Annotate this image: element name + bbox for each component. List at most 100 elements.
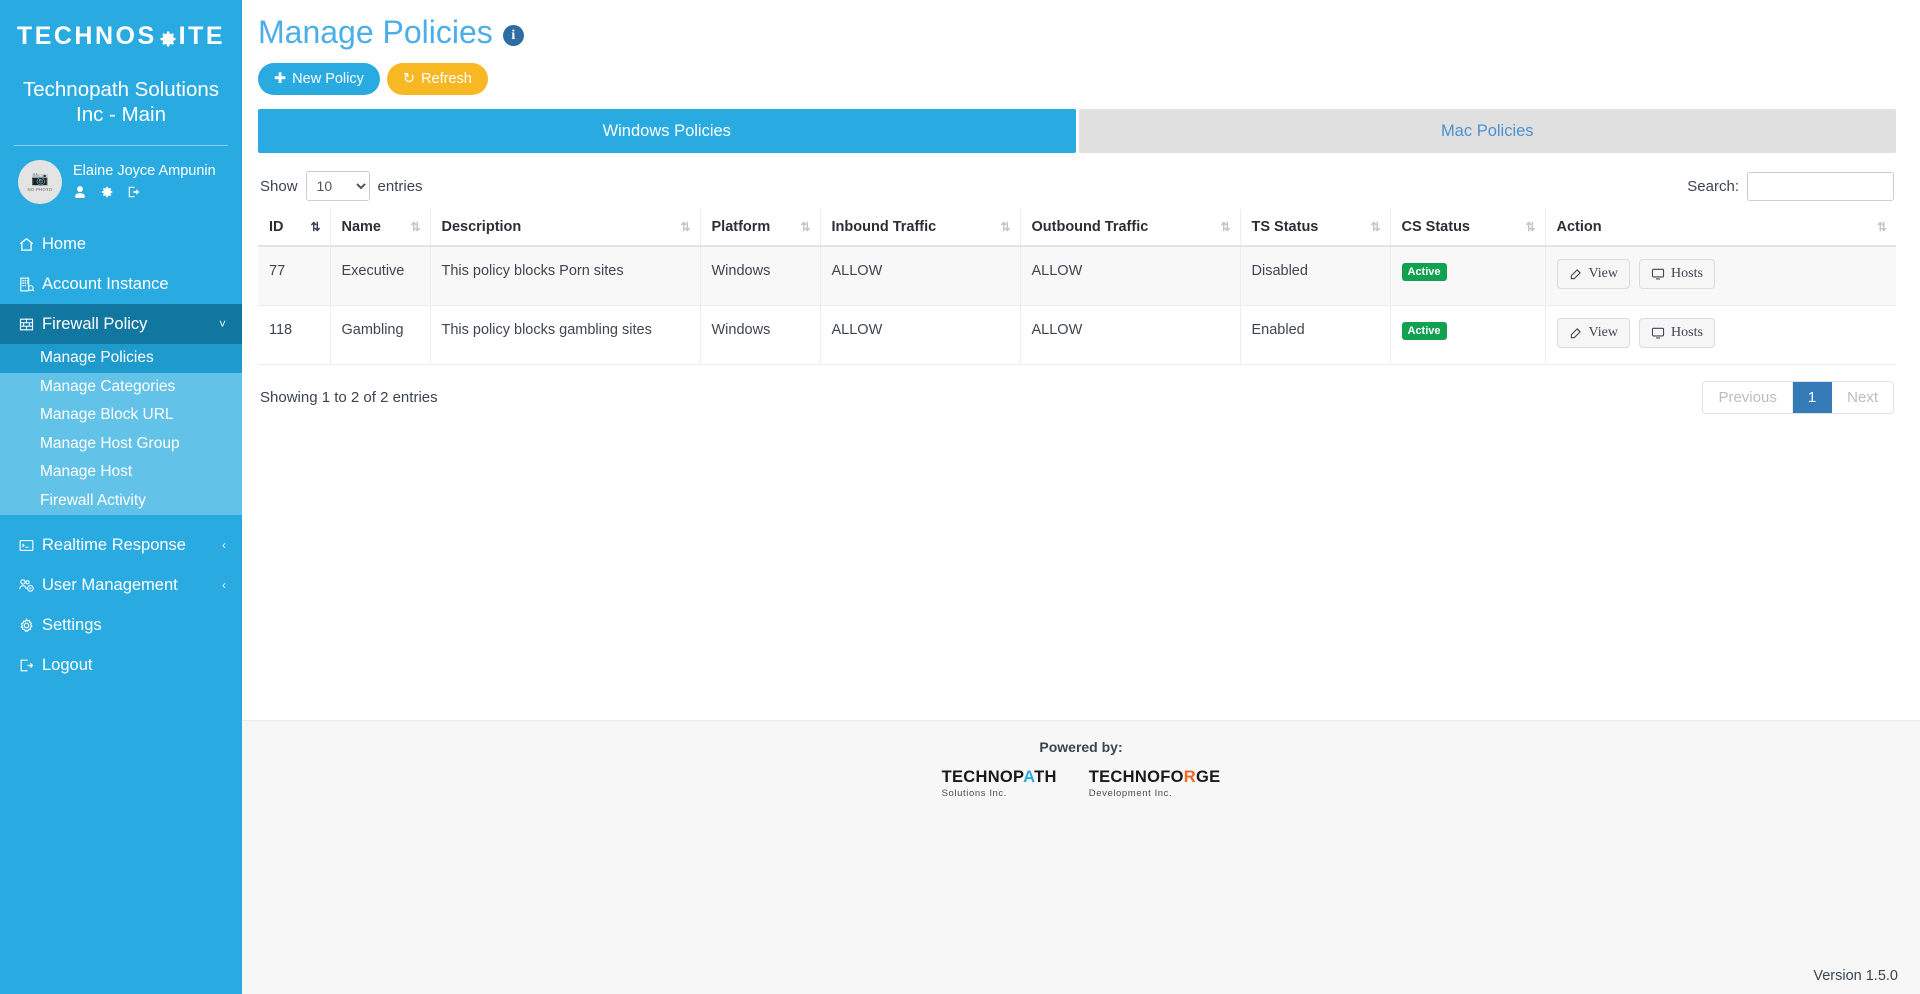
home-icon [18, 236, 42, 253]
sidebar-item-account-instance[interactable]: Account Instance [0, 264, 242, 304]
user-name: Elaine Joyce Ampunin [73, 163, 216, 180]
main-content: Manage Policies i ✚ New Policy ↻ Refresh… [242, 0, 1920, 994]
powered-by-label: Powered by: [1039, 739, 1122, 755]
sidebar-item-manage-host[interactable]: Manage Host [0, 458, 242, 487]
hosts-label: Hosts [1671, 266, 1703, 282]
sidebar-subitem-label: Manage Host Group [40, 435, 180, 453]
status-badge: Active [1402, 322, 1447, 340]
pagination-page-1[interactable]: 1 [1793, 382, 1832, 413]
edit-icon [1569, 326, 1583, 340]
policy-tabs: Windows Policies Mac Policies [258, 109, 1896, 153]
logout-icon[interactable] [127, 185, 141, 201]
sidebar-subitem-label: Manage Categories [40, 378, 175, 396]
search-label: Search: [1687, 178, 1739, 195]
sort-icon: ⇅ [800, 221, 809, 233]
refresh-button[interactable]: ↻ Refresh [387, 63, 488, 95]
search-control: Search: [1687, 172, 1894, 201]
view-button[interactable]: View [1557, 318, 1630, 348]
page-length-control: Show 10 25 50 100 entries [260, 171, 423, 201]
column-header-description[interactable]: Description ⇅ [430, 209, 700, 246]
hosts-button[interactable]: Hosts [1639, 259, 1715, 289]
sidebar-item-firewall-activity[interactable]: Firewall Activity [0, 487, 242, 516]
pagination-next[interactable]: Next [1832, 382, 1893, 413]
sidebar-subitem-label: Manage Policies [40, 349, 154, 367]
logo-part-2: TH [1034, 768, 1057, 786]
hosts-button[interactable]: Hosts [1639, 318, 1715, 348]
sort-icon: ⇅ [680, 221, 689, 233]
sidebar-item-manage-policies[interactable]: Manage Policies [0, 344, 242, 373]
column-label: Description [442, 219, 522, 235]
table-controls: Show 10 25 50 100 entries Search: [258, 171, 1896, 201]
gear-icon[interactable] [100, 185, 114, 201]
sidebar-item-logout[interactable]: Logout [0, 645, 242, 685]
logo-part-1: TECHNOFO [1089, 768, 1184, 786]
technopath-logo-sub: Solutions Inc. [942, 789, 1057, 799]
cell-ts-status: Disabled [1240, 246, 1390, 306]
logo-part-2: GE [1196, 768, 1220, 786]
sidebar-item-manage-categories[interactable]: Manage Categories [0, 373, 242, 402]
sidebar-item-label: Logout [42, 656, 226, 675]
search-input[interactable] [1747, 172, 1894, 201]
edit-icon [1569, 267, 1583, 281]
sidebar-item-manage-host-group[interactable]: Manage Host Group [0, 430, 242, 459]
column-header-name[interactable]: Name⇅ [330, 209, 430, 246]
sort-icon: ⇅ [410, 221, 419, 233]
table-footer: Showing 1 to 2 of 2 entries Previous 1 N… [258, 381, 1896, 414]
chevron-left-icon: ‹ [222, 538, 226, 552]
cell-id: 77 [258, 246, 330, 306]
sidebar-item-home[interactable]: Home [0, 224, 242, 264]
chevron-left-icon: ‹ [222, 578, 226, 592]
gear-icon [157, 24, 179, 53]
nav-spacer [0, 515, 242, 525]
column-header-action[interactable]: Action⇅ [1545, 209, 1896, 246]
table-header-row: ID⇅ Name⇅ Description ⇅ Platform ⇅ Inbound… [258, 209, 1896, 246]
column-header-cs-status[interactable]: CS Status⇅ [1390, 209, 1545, 246]
column-header-id[interactable]: ID⇅ [258, 209, 330, 246]
technoforge-logo-sub: Development Inc. [1089, 789, 1221, 799]
organization-name: Technopath Solutions Inc - Main [0, 59, 242, 127]
tab-windows-policies[interactable]: Windows Policies [258, 109, 1076, 153]
monitor-icon [1651, 267, 1665, 281]
sidebar-item-user-management[interactable]: User Management ‹ [0, 565, 242, 605]
info-icon[interactable]: i [503, 25, 524, 46]
sidebar: TECHNOSITE Technopath Solutions Inc - Ma… [0, 0, 242, 994]
sidebar-item-firewall-policy[interactable]: Firewall Policy ˅ [0, 304, 242, 344]
column-label: Platform [712, 219, 771, 235]
pagination-previous[interactable]: Previous [1703, 382, 1792, 413]
technopath-logo-name: TECHNOPATH [942, 769, 1057, 786]
sidebar-item-settings[interactable]: Settings [0, 605, 242, 645]
show-label: Show [260, 178, 298, 195]
view-label: View [1589, 266, 1618, 282]
gear-icon [18, 617, 42, 634]
hosts-label: Hosts [1671, 325, 1703, 341]
new-policy-label: New Policy [292, 71, 364, 87]
sidebar-item-label: Account Instance [42, 275, 226, 294]
app-root: TECHNOSITE Technopath Solutions Inc - Ma… [0, 0, 1920, 994]
policies-table: ID⇅ Name⇅ Description ⇅ Platform ⇅ Inbound… [258, 209, 1896, 365]
sidebar-subitem-label: Manage Block URL [40, 406, 174, 424]
sidebar-item-manage-block-url[interactable]: Manage Block URL [0, 401, 242, 430]
sort-icon: ⇅ [1000, 221, 1009, 233]
refresh-icon: ↻ [403, 71, 415, 87]
column-header-ts-status[interactable]: TS Status⇅ [1240, 209, 1390, 246]
new-policy-button[interactable]: ✚ New Policy [258, 63, 380, 95]
column-header-platform[interactable]: Platform ⇅ [700, 209, 820, 246]
cell-outbound-traffic: ALLOW [1020, 306, 1240, 365]
building-icon [18, 276, 42, 293]
sidebar-subitem-label: Manage Host [40, 463, 132, 481]
column-header-inbound-traffic[interactable]: Inbound Traffic⇅ [820, 209, 1020, 246]
sidebar-item-realtime-response[interactable]: Realtime Response ‹ [0, 525, 242, 565]
view-button[interactable]: View [1557, 259, 1630, 289]
sort-icon: ⇅ [1370, 221, 1379, 233]
logout-icon [18, 657, 42, 674]
sidebar-subitem-label: Firewall Activity [40, 492, 146, 510]
cell-action: View Hosts [1545, 306, 1896, 365]
user-icon[interactable] [73, 185, 87, 201]
view-label: View [1589, 325, 1618, 341]
page-length-select[interactable]: 10 25 50 100 [306, 171, 370, 201]
cell-name: Executive [330, 246, 430, 306]
camera-icon: 📷 [31, 172, 48, 185]
tab-mac-policies[interactable]: Mac Policies [1079, 109, 1897, 153]
logo-accent: A [1023, 768, 1034, 786]
column-header-outbound-traffic[interactable]: Outbound Traffic⇅ [1020, 209, 1240, 246]
